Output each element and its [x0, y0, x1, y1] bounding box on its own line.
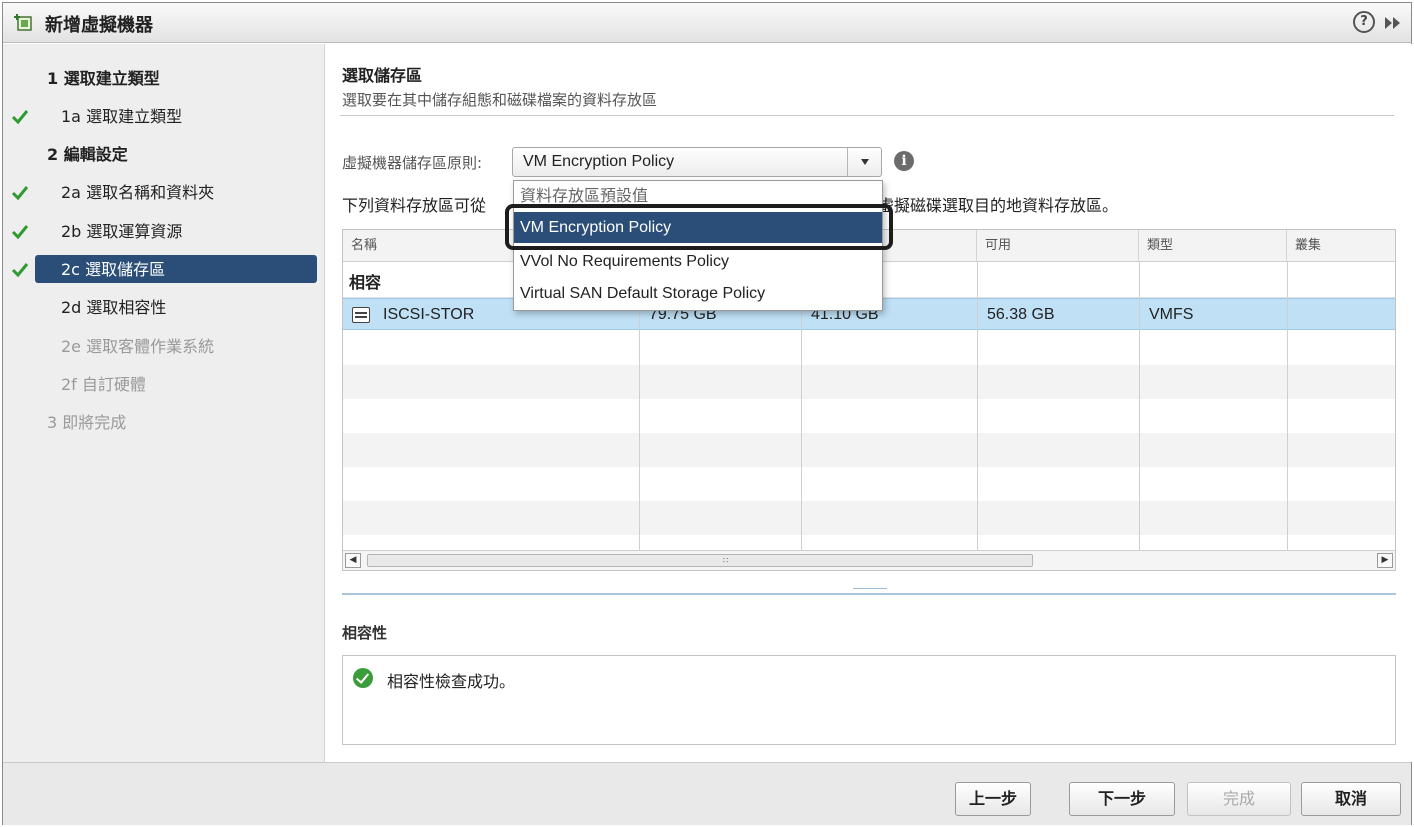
datastore-icon — [352, 307, 370, 323]
compatibility-title: 相容性 — [342, 624, 388, 642]
cell-type: VMFS — [1149, 306, 1194, 323]
cell-name: ISCSI-STOR — [383, 306, 475, 323]
cancel-button[interactable]: 取消 — [1301, 782, 1401, 816]
empty-row — [343, 433, 1395, 467]
group-label: 相容 — [349, 273, 382, 292]
step-label: 2a 選取名稱和資料夾 — [61, 183, 215, 202]
check-icon — [11, 225, 29, 240]
storage-policy-select[interactable]: VM Encryption Policy — [512, 147, 882, 177]
panel-splitter[interactable] — [342, 593, 1396, 595]
step-2c-select-storage[interactable]: 2c 選取儲存區 — [3, 255, 325, 285]
step-3-ready-to-complete: 3 即將完成 — [3, 408, 325, 438]
cell-cluster — [1287, 299, 1297, 331]
dropdown-option-vsan-default[interactable]: Virtual SAN Default Storage Policy — [514, 278, 882, 309]
step-label: 2f 自訂硬體 — [61, 375, 146, 394]
empty-row — [343, 331, 1395, 365]
help-icon[interactable]: ? — [1353, 11, 1375, 33]
empty-row — [343, 501, 1395, 535]
scroll-left-icon[interactable]: ◀ — [345, 553, 361, 568]
wizard-footer: 上一步 下一步 完成 取消 — [3, 762, 1411, 825]
empty-row — [343, 399, 1395, 433]
expand-panel-icon[interactable] — [1383, 14, 1403, 32]
list-desc-left: 下列資料存放區可從 — [342, 196, 487, 215]
column-divider — [1287, 262, 1288, 552]
next-button[interactable]: 下一步 — [1069, 782, 1175, 816]
annotation-highlight-ring — [505, 204, 893, 250]
check-icon — [11, 110, 29, 125]
check-icon — [11, 186, 29, 201]
step-2-edit-settings[interactable]: 2 編輯設定 — [3, 140, 325, 170]
step-label: 2e 選取客體作業系統 — [61, 337, 215, 356]
chevron-down-icon[interactable] — [847, 148, 881, 176]
main-content: 選取儲存區 選取要在其中儲存組態和磁碟檔案的資料存放區 虛擬機器儲存區原則: V… — [326, 44, 1413, 762]
step-1a-select-creation-type[interactable]: 1a 選取建立類型 — [3, 102, 325, 132]
section-title: 選取儲存區 — [342, 66, 423, 85]
column-divider — [977, 262, 978, 552]
step-label: 2b 選取運算資源 — [61, 222, 183, 241]
step-label: 2d 選取相容性 — [61, 298, 167, 317]
empty-row — [343, 365, 1395, 399]
storage-policy-value: VM Encryption Policy — [523, 153, 675, 170]
compatibility-message: 相容性檢查成功。 — [387, 672, 516, 691]
step-label: 1a 選取建立類型 — [61, 107, 183, 126]
info-icon[interactable]: i — [894, 151, 914, 171]
horizontal-scrollbar[interactable]: ◀ ∷ ▶ — [343, 550, 1395, 570]
back-button[interactable]: 上一步 — [955, 782, 1031, 816]
step-label: 1 選取建立類型 — [47, 69, 160, 88]
step-label: 2 編輯設定 — [47, 145, 128, 164]
cell-free: 56.38 GB — [987, 306, 1055, 323]
storage-policy-label: 虛擬機器儲存區原則: — [342, 154, 483, 172]
step-2e-guest-os: 2e 選取客體作業系統 — [3, 332, 325, 362]
empty-row — [343, 467, 1395, 501]
new-vm-wizard-window: 新增虛擬機器 ? 1 選取建立類型 1a 選取建立類型 2 編輯設定 2a 選取… — [2, 2, 1413, 825]
title-bar: 新增虛擬機器 ? — [3, 3, 1411, 43]
scroll-right-icon[interactable]: ▶ — [1377, 553, 1393, 568]
section-description: 選取要在其中儲存組態和磁碟檔案的資料存放區 — [342, 91, 658, 109]
step-label: 2c 選取儲存區 — [61, 260, 166, 279]
scrollbar-thumb[interactable]: ∷ — [367, 554, 1033, 567]
compatibility-panel: 相容性檢查成功。 — [342, 655, 1396, 745]
success-check-icon — [353, 668, 373, 688]
column-header-free[interactable]: 可用 — [977, 230, 1139, 262]
check-icon — [11, 263, 29, 278]
divider — [340, 115, 1394, 116]
new-vm-icon — [14, 14, 32, 31]
step-label: 3 即將完成 — [47, 413, 127, 432]
wizard-steps-nav: 1 選取建立類型 1a 選取建立類型 2 編輯設定 2a 選取名稱和資料夾 2b… — [3, 44, 325, 762]
column-header-type[interactable]: 類型 — [1139, 230, 1287, 262]
step-2d-compatibility[interactable]: 2d 選取相容性 — [3, 293, 325, 323]
finish-button: 完成 — [1187, 782, 1291, 816]
dropdown-option-vvol-no-requirements[interactable]: VVol No Requirements Policy — [514, 246, 882, 277]
step-2b-compute-resource[interactable]: 2b 選取運算資源 — [3, 217, 325, 247]
column-header-cluster[interactable]: 叢集 — [1287, 230, 1395, 262]
window-title: 新增虛擬機器 — [45, 15, 153, 36]
step-2a-name-and-folder[interactable]: 2a 選取名稱和資料夾 — [3, 178, 325, 208]
step-2f-customize-hardware: 2f 自訂硬體 — [3, 370, 325, 400]
column-divider — [1139, 262, 1140, 552]
step-1-select-creation-type[interactable]: 1 選取建立類型 — [3, 64, 325, 94]
